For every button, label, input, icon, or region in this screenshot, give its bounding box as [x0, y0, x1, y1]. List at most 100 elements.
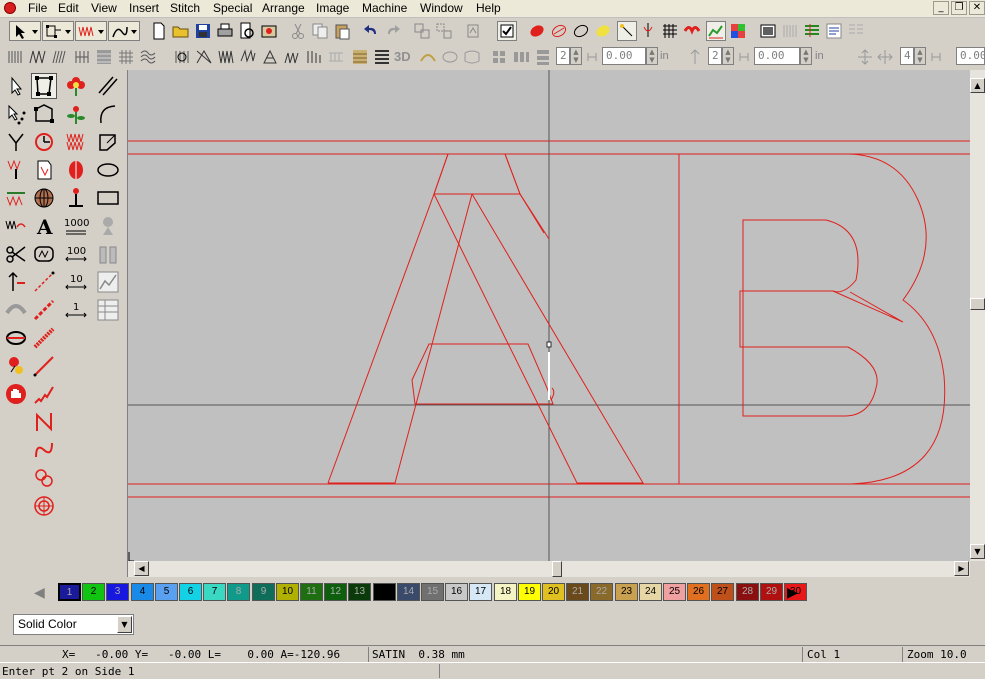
emboss-icon[interactable]: [418, 47, 438, 67]
color-swatch[interactable]: 15: [421, 583, 444, 601]
color-swatch[interactable]: 7: [203, 583, 226, 601]
envelope-icon[interactable]: [462, 47, 482, 67]
menu-arrange[interactable]: Arrange: [262, 1, 305, 16]
color-swatch[interactable]: 19: [518, 583, 541, 601]
density-1000-icon[interactable]: 1000: [63, 213, 89, 239]
motif-9-icon[interactable]: [350, 47, 370, 67]
line-type-dropdown[interactable]: [108, 21, 140, 41]
rectangle-icon[interactable]: [95, 185, 121, 211]
spacing-2-icon[interactable]: [737, 47, 751, 67]
color-swatch[interactable]: 17: [469, 583, 492, 601]
rotate-icon[interactable]: [31, 129, 57, 155]
menu-window[interactable]: Window: [420, 1, 463, 16]
repeat-count-2-spinner[interactable]: ▲ ▼: [722, 47, 734, 65]
chart-gray-icon[interactable]: [95, 269, 121, 295]
menu-machine[interactable]: Machine: [362, 1, 407, 16]
color-swatch[interactable]: 18: [494, 583, 517, 601]
redo-icon[interactable]: [383, 21, 403, 41]
motif-1-icon[interactable]: [172, 47, 192, 67]
arc-icon[interactable]: [95, 101, 121, 127]
cut-icon[interactable]: [288, 21, 308, 41]
color-swatch[interactable]: 27: [711, 583, 734, 601]
paste-icon[interactable]: [332, 21, 352, 41]
motif-2-icon[interactable]: [194, 47, 214, 67]
spacing-3-icon[interactable]: [929, 47, 943, 67]
scroll-left-button[interactable]: ◀: [134, 561, 149, 576]
scroll-up-button[interactable]: ▲: [970, 78, 985, 93]
stitch-type-dropdown[interactable]: [75, 21, 107, 41]
spacing-2-spinner[interactable]: ▲ ▼: [800, 47, 812, 65]
fill-type-select[interactable]: Solid Color ▼: [13, 614, 134, 635]
chevron-down-icon[interactable]: ▼: [117, 616, 132, 633]
color-image-icon[interactable]: [728, 21, 748, 41]
fill-pattern-2-icon[interactable]: [28, 47, 48, 67]
needle-down-icon[interactable]: [63, 185, 89, 211]
text-lettering-icon[interactable]: A: [31, 213, 57, 239]
density-100-icon[interactable]: 100: [63, 241, 89, 267]
fill-pattern-4-icon[interactable]: [72, 47, 92, 67]
n-path-icon[interactable]: [31, 409, 57, 435]
hoop-view-icon[interactable]: [259, 21, 279, 41]
palette-scroll-left-icon[interactable]: ◀: [34, 584, 52, 600]
spacing-1-spinner[interactable]: ▲ ▼: [646, 47, 658, 65]
stitch-view-icon[interactable]: [527, 21, 547, 41]
show-background-icon[interactable]: [682, 21, 702, 41]
sequence-icon[interactable]: [463, 21, 483, 41]
needle-points-icon[interactable]: [617, 21, 637, 41]
motif-8-icon[interactable]: [326, 47, 346, 67]
move-stitch-icon[interactable]: [3, 269, 29, 295]
document-shape-icon[interactable]: [31, 157, 57, 183]
color-swatch[interactable]: 29: [760, 583, 783, 601]
repeat-count-1-field[interactable]: 2: [556, 47, 570, 65]
move-cross-2-icon[interactable]: [876, 47, 894, 67]
restore-button[interactable]: ❐: [951, 1, 967, 15]
minimize-button[interactable]: _: [933, 1, 949, 15]
color-swatch[interactable]: 14: [397, 583, 420, 601]
color-swatch[interactable]: 1: [58, 583, 81, 601]
palette-scroll-right-icon[interactable]: ▶: [787, 584, 805, 600]
needle-icon[interactable]: [638, 21, 658, 41]
app-logo-icon[interactable]: [4, 2, 16, 14]
menu-special[interactable]: Special: [213, 1, 252, 16]
motif-3-icon[interactable]: [216, 47, 236, 67]
save-icon[interactable]: [193, 21, 213, 41]
spacing-1-icon[interactable]: [585, 47, 599, 67]
fill-pattern-3-icon[interactable]: [50, 47, 70, 67]
satin-columns-icon[interactable]: [780, 21, 800, 41]
motif-10-icon[interactable]: [372, 47, 392, 67]
repeat-count-1-spinner[interactable]: ▲ ▼: [570, 47, 582, 65]
monogram-icon[interactable]: [31, 241, 57, 267]
show-stitches-checkbox-icon[interactable]: [497, 21, 517, 41]
color-swatch[interactable]: 8: [227, 583, 250, 601]
hoop-icon[interactable]: [3, 325, 29, 351]
color-swatch[interactable]: 21: [566, 583, 589, 601]
motif-7-icon[interactable]: [304, 47, 324, 67]
color-swatch[interactable]: 28: [736, 583, 759, 601]
image-frame-icon[interactable]: [758, 21, 778, 41]
menu-insert[interactable]: Insert: [129, 1, 159, 16]
run-line-icon[interactable]: [31, 269, 57, 295]
color-swatch[interactable]: 24: [639, 583, 662, 601]
scroll-down-button[interactable]: ▼: [970, 544, 985, 559]
rings-icon[interactable]: [31, 465, 57, 491]
3d-effect-icon[interactable]: 3D: [394, 47, 414, 67]
shape-warp-icon[interactable]: [440, 47, 460, 67]
globe-icon[interactable]: [31, 185, 57, 211]
open-folder-icon[interactable]: [171, 21, 191, 41]
freehand-shape-icon[interactable]: [95, 129, 121, 155]
3d-view-icon[interactable]: [706, 21, 726, 41]
tools-gray-icon[interactable]: [95, 241, 121, 267]
satin-line-icon[interactable]: [31, 325, 57, 351]
color-swatch[interactable]: 23: [615, 583, 638, 601]
repeat-count-3-spinner[interactable]: ▲ ▼: [914, 47, 926, 65]
spacing-3-field[interactable]: 0.00: [956, 47, 985, 65]
motif-5-icon[interactable]: [260, 47, 280, 67]
stitch-edit-icon[interactable]: [3, 157, 29, 183]
color-swatch[interactable]: 3: [106, 583, 129, 601]
parallel-lines-icon[interactable]: [95, 73, 121, 99]
applique-icon[interactable]: [63, 157, 89, 183]
manual-line-icon[interactable]: [31, 353, 57, 379]
color-swatch[interactable]: 11: [300, 583, 323, 601]
list-view-icon[interactable]: [802, 21, 822, 41]
zigzag-line-icon[interactable]: [31, 381, 57, 407]
